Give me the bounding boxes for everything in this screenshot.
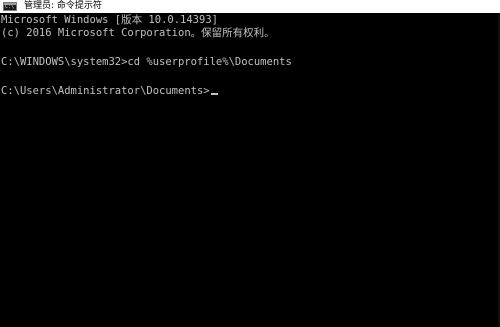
console-icon-glyph: C:\ <box>5 4 15 10</box>
window-title: 管理员: 命令提示符 <box>24 1 102 11</box>
console-line-command: C:\WINDOWS\system32>cd %userprofile%\Doc… <box>1 56 292 68</box>
title-bar[interactable]: C:\ 管理员: 命令提示符 <box>0 0 500 13</box>
console-line-copyright: (c) 2016 Microsoft Corporation。保留所有权利。 <box>1 27 275 39</box>
command-prompt-window: C:\ 管理员: 命令提示符 Microsoft Windows [版本 10.… <box>0 0 500 327</box>
console-output[interactable]: Microsoft Windows [版本 10.0.14393] (c) 20… <box>0 14 498 327</box>
text-cursor <box>210 93 218 95</box>
current-prompt: C:\Users\Administrator\Documents> <box>1 85 210 97</box>
console-line-prompt: C:\Users\Administrator\Documents> <box>1 85 218 98</box>
console-icon[interactable]: C:\ <box>3 2 17 11</box>
console-line-version: Microsoft Windows [版本 10.0.14393] <box>1 14 218 26</box>
